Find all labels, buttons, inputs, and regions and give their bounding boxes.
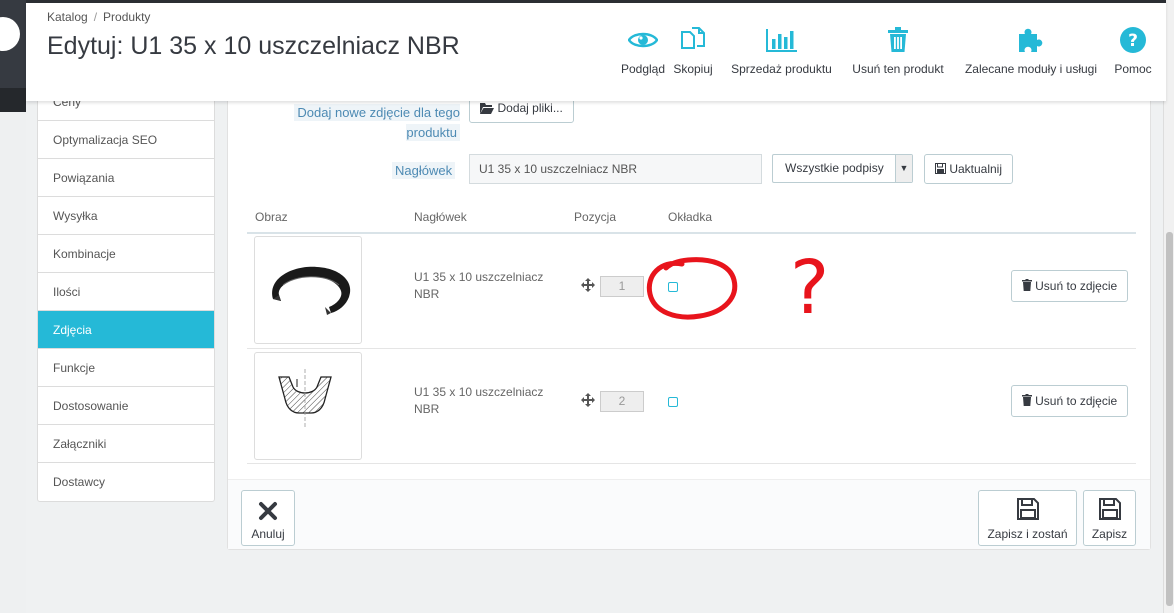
product-tabs-sidebar: Ceny Optymalizacja SEO Powiązania Wysyłk… xyxy=(37,82,215,502)
sidebar-item-seo[interactable]: Optymalizacja SEO xyxy=(38,121,214,159)
caption-language-select[interactable]: Wszystkie podpisy ▼ xyxy=(772,154,913,183)
sidebar-item-customization[interactable]: Dostosowanie xyxy=(38,387,214,425)
row-caption: U1 35 x 10 uszczelniacz NBR xyxy=(414,270,544,301)
panel-footer: Anuluj Zapisz i zostań Zapisz xyxy=(228,479,1150,549)
breadcrumb: Katalog / Produkty xyxy=(47,10,150,24)
sidebar-item-features[interactable]: Funkcje xyxy=(38,349,214,387)
table-row: U1 35 x 10 uszczelniacz NBR 2 Usuń to zd… xyxy=(247,349,1136,464)
save-and-stay-button[interactable]: Zapisz i zostań xyxy=(978,490,1077,546)
position-input[interactable]: 1 xyxy=(600,276,644,297)
delete-product-label: Usuń ten produkt xyxy=(852,62,944,76)
sales-button[interactable]: Sprzedaż produktu xyxy=(728,24,835,76)
scrollbar-thumb[interactable] xyxy=(1166,232,1173,606)
toolbar: Podgląd Skopiuj Sprzedaż produktu Usuń t… xyxy=(26,24,1166,84)
breadcrumb-products[interactable]: Produkty xyxy=(103,10,150,24)
chevron-down-icon: ▼ xyxy=(895,155,912,182)
close-icon xyxy=(242,491,294,521)
breadcrumb-catalog[interactable]: Katalog xyxy=(47,10,88,24)
left-nav-strip xyxy=(0,0,26,613)
sidebar-item-attachments[interactable]: Załączniki xyxy=(38,425,214,463)
save-label: Zapisz xyxy=(1091,527,1128,541)
help-label: Pomoc xyxy=(1114,62,1152,76)
help-button[interactable]: ? Pomoc xyxy=(1111,24,1155,76)
add-photo-label-text: Dodaj nowe zdjęcie dla tego produktu xyxy=(294,104,460,141)
cover-checkbox[interactable] xyxy=(668,397,678,407)
images-panel: Dodaj nowe zdjęcie dla tego produktu Dod… xyxy=(227,94,1151,550)
caption-select-value: Wszystkie podpisy xyxy=(785,161,884,175)
move-icon[interactable] xyxy=(581,278,595,297)
position-input[interactable]: 2 xyxy=(600,391,644,412)
header-topline xyxy=(26,0,1166,3)
question-circle-icon: ? xyxy=(1111,24,1155,56)
save-and-stay-label: Zapisz i zostań xyxy=(987,527,1068,541)
recommended-modules-label: Zalecane moduły i usługi xyxy=(964,62,1098,76)
sidebar-item-combinations[interactable]: Kombinacje xyxy=(38,235,214,273)
header-position: Pozycja xyxy=(574,210,617,224)
add-photo-label: Dodaj nowe zdjęcie dla tego produktu xyxy=(284,103,460,143)
update-caption-button[interactable]: Uaktualnij xyxy=(924,154,1013,184)
sidebar-item-shipping[interactable]: Wysyłka xyxy=(38,197,214,235)
copy-icon xyxy=(669,24,717,56)
sidebar-item-associations[interactable]: Powiązania xyxy=(38,159,214,197)
header-cover: Okładka xyxy=(668,210,713,224)
product-image-thumbnail[interactable] xyxy=(254,236,362,344)
copy-label: Skopiuj xyxy=(673,62,713,76)
cancel-label: Anuluj xyxy=(251,527,285,541)
save-icon xyxy=(934,156,946,184)
caption-label: Nagłówek xyxy=(392,162,456,179)
header-caption: Nagłówek xyxy=(414,210,467,224)
delete-image-button[interactable]: Usuń to zdjęcie xyxy=(1011,270,1128,302)
move-icon[interactable] xyxy=(581,393,595,412)
cover-checkbox[interactable] xyxy=(668,282,678,292)
table-row: U1 35 x 10 uszczelniacz NBR 1 Usuń to zd… xyxy=(247,234,1136,349)
svg-text:?: ? xyxy=(1128,31,1138,51)
sales-label: Sprzedaż produktu xyxy=(731,62,832,76)
trash-icon xyxy=(1021,272,1032,302)
floppy-disk-icon xyxy=(979,491,1076,521)
delete-image-label: Usuń to zdjęcie xyxy=(1035,394,1118,408)
trash-icon xyxy=(848,24,948,56)
trash-icon xyxy=(1021,387,1032,417)
nav-strip-dark-lower xyxy=(0,88,26,112)
add-files-label: Dodaj pliki... xyxy=(497,101,563,115)
sidebar-item-quantities[interactable]: Ilości xyxy=(38,273,214,311)
caption-input[interactable]: U1 35 x 10 uszczelniacz NBR xyxy=(469,154,762,184)
header-image: Obraz xyxy=(255,210,288,224)
floppy-disk-icon xyxy=(1084,491,1135,521)
save-button[interactable]: Zapisz xyxy=(1083,490,1136,546)
row-caption: U1 35 x 10 uszczelniacz NBR xyxy=(414,385,544,416)
breadcrumb-separator: / xyxy=(93,10,98,24)
delete-image-label: Usuń to zdjęcie xyxy=(1035,279,1118,293)
preview-label: Podgląd xyxy=(620,62,666,76)
bar-chart-icon xyxy=(728,24,835,56)
sidebar-item-images[interactable]: Zdjęcia xyxy=(38,311,214,349)
copy-button[interactable]: Skopiuj xyxy=(669,24,717,76)
sidebar-item-suppliers[interactable]: Dostawcy xyxy=(38,463,214,501)
eye-icon xyxy=(612,24,674,56)
update-caption-label: Uaktualnij xyxy=(949,162,1003,176)
folder-open-icon xyxy=(480,97,495,124)
page-header: Katalog / Produkty Edytuj: U1 35 x 10 uszc… xyxy=(26,0,1166,101)
images-table: Obraz Nagłówek Pozycja Okładka U1 35 x 1… xyxy=(247,204,1136,464)
preview-button[interactable]: Podgląd xyxy=(612,24,674,76)
table-header: Obraz Nagłówek Pozycja Okładka xyxy=(247,204,1136,234)
product-image-thumbnail[interactable] xyxy=(254,352,362,460)
cancel-button[interactable]: Anuluj xyxy=(241,490,295,546)
delete-product-button[interactable]: Usuń ten produkt xyxy=(848,24,948,76)
delete-image-button[interactable]: Usuń to zdjęcie xyxy=(1011,385,1128,417)
recommended-modules-button[interactable]: Zalecane moduły i usługi xyxy=(961,24,1101,76)
puzzle-icon xyxy=(961,24,1101,56)
